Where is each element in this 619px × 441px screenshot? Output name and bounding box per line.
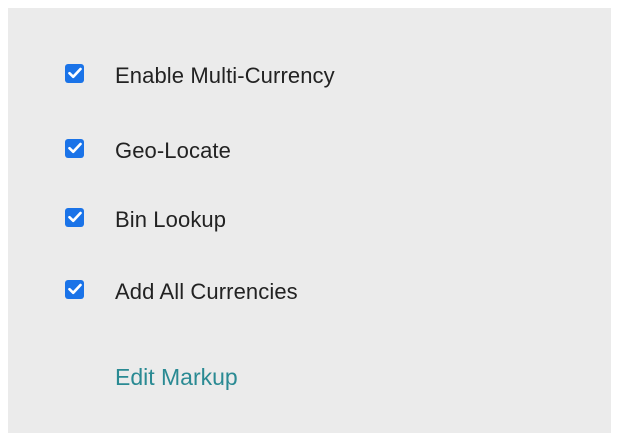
currency-settings-panel: Enable Multi-Currency Geo-Locate Bin Loo… (8, 8, 611, 433)
add-all-currencies-label: Add All Currencies (115, 279, 298, 304)
checkmark-icon (67, 283, 82, 295)
geo-locate-label: Geo-Locate (115, 138, 231, 163)
bin-lookup-checkbox[interactable] (65, 207, 84, 227)
geo-locate-option[interactable]: Geo-Locate (65, 136, 231, 166)
enable-multi-currency-checkbox[interactable] (65, 63, 84, 83)
enable-multi-currency-option[interactable]: Enable Multi-Currency (65, 61, 335, 91)
bin-lookup-option[interactable]: Bin Lookup (65, 205, 226, 235)
add-all-currencies-checkbox[interactable] (65, 279, 84, 299)
edit-markup-link[interactable]: Edit Markup (115, 364, 238, 391)
add-all-currencies-option[interactable]: Add All Currencies (65, 277, 298, 307)
geo-locate-checkbox[interactable] (65, 138, 84, 158)
enable-multi-currency-label: Enable Multi-Currency (115, 63, 335, 88)
bin-lookup-label: Bin Lookup (115, 207, 227, 232)
checkmark-icon (67, 211, 82, 223)
checkmark-icon (67, 67, 82, 79)
checkmark-icon (67, 142, 82, 154)
